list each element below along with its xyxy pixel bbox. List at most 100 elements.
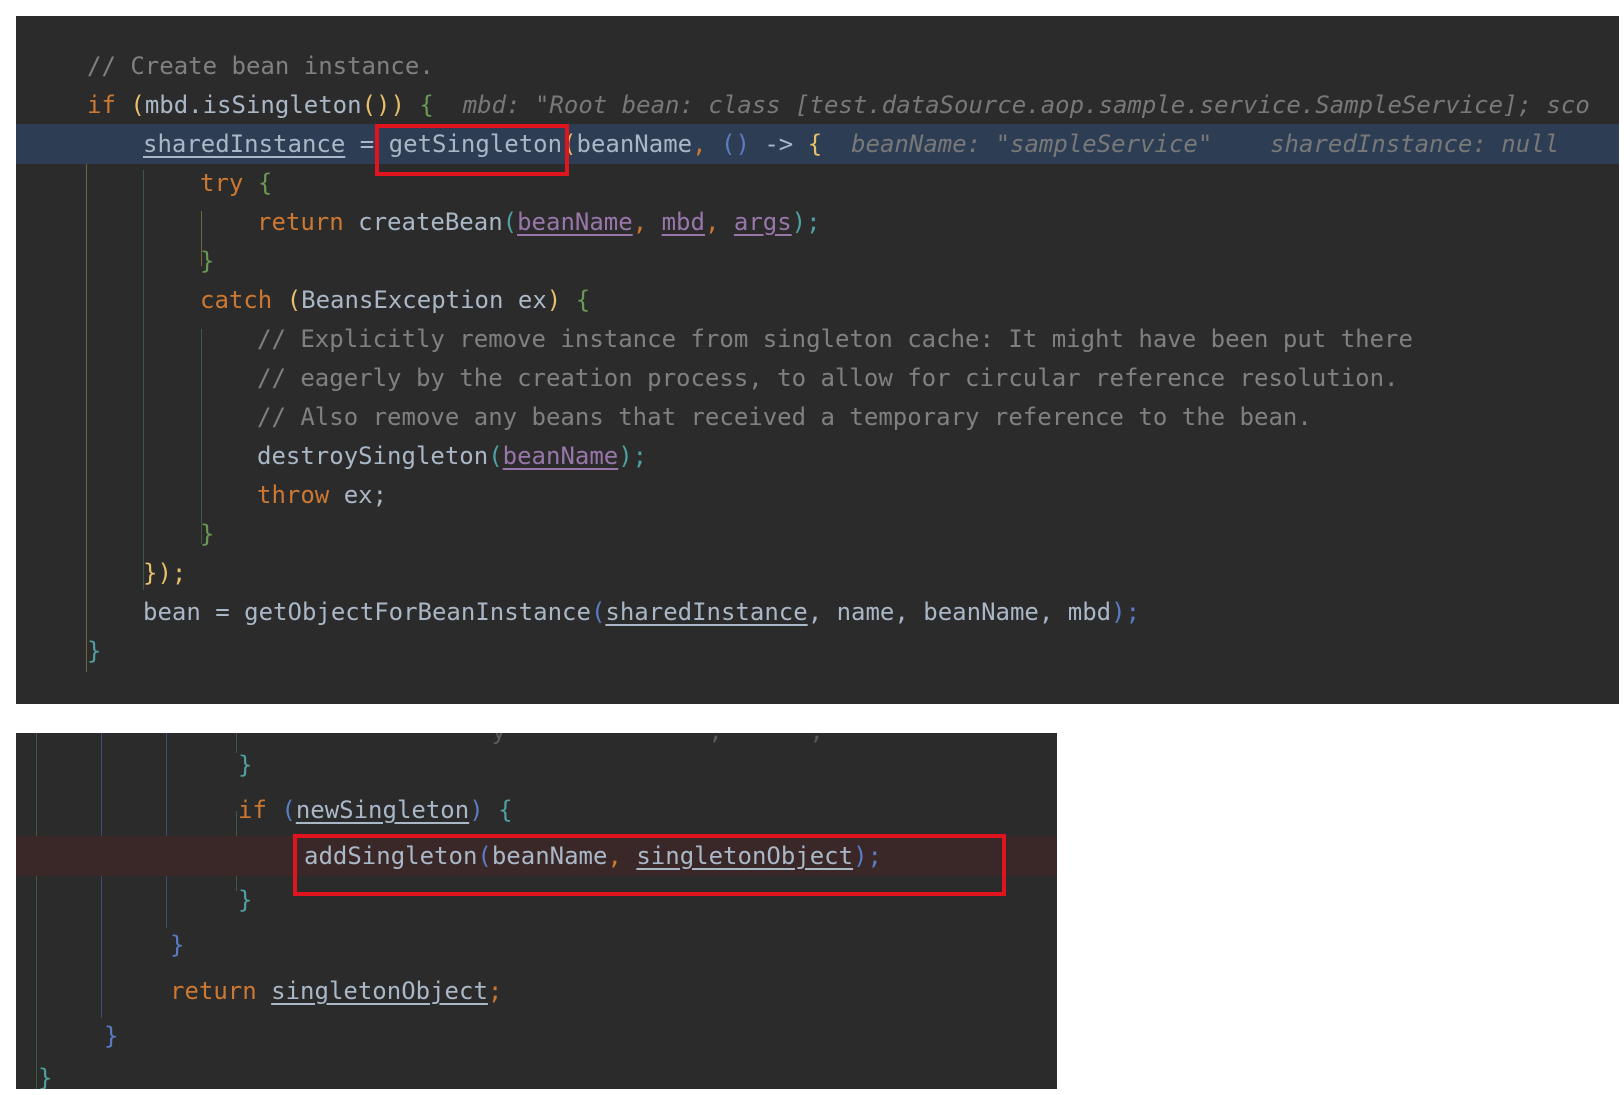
shared-instance-assignment: sharedInstance = getSingleton(beanName, … — [143, 124, 1559, 164]
code-line: } — [16, 1016, 1057, 1056]
return-statement: return singletonObject; — [170, 971, 502, 1011]
code-line: } — [16, 514, 1619, 554]
code-line: } — [16, 925, 1057, 965]
bean-assignment: bean = getObjectForBeanInstance(sharedIn… — [143, 592, 1140, 632]
destroy-singleton-call: destroySingleton(beanName); — [257, 436, 647, 476]
comment-line: // eagerly by the creation process, to a… — [257, 364, 1399, 392]
try-statement: try { — [200, 163, 272, 203]
code-line: destroySingleton(beanName); — [16, 436, 1619, 476]
shared-instance-variable: sharedInstance — [605, 598, 808, 626]
create-bean-method: createBean — [358, 208, 503, 236]
paren-semicolon: ); — [853, 842, 882, 870]
paren-semicolon: ); — [791, 208, 821, 236]
paren: ( — [562, 130, 577, 158]
current-execution-line: sharedInstance = getSingleton(beanName, … — [16, 124, 1619, 164]
return-keyword: return — [257, 208, 344, 236]
if-statement: if (newSingleton) { — [238, 790, 513, 830]
call-parens: () — [361, 91, 391, 119]
new-singleton-variable: newSingleton — [295, 796, 470, 824]
comma: , — [692, 130, 707, 158]
catch-keyword: catch — [200, 286, 273, 314]
catch-statement: catch (BeansException ex) { — [200, 280, 590, 320]
arguments: , name, beanName, mbd — [807, 598, 1112, 626]
if-keyword: if — [238, 796, 267, 824]
code-editor-top[interactable]: // Create bean instance. if (mbd.isSingl… — [16, 16, 1619, 704]
code-line: // Explicitly remove instance from singl… — [16, 319, 1619, 359]
code-line: } — [16, 241, 1619, 281]
paren-semicolon: ); — [618, 442, 648, 470]
comment-create-bean: // Create bean instance. — [87, 52, 434, 80]
brace: { — [575, 286, 591, 314]
shared-instance-variable: sharedInstance — [143, 130, 346, 158]
paren: ( — [130, 91, 145, 119]
throw-expression: ex; — [343, 481, 388, 509]
code-line: return createBean(beanName, mbd, args); — [16, 202, 1619, 242]
paren: ) — [469, 796, 484, 824]
closing-brace: } — [200, 520, 215, 548]
destroy-singleton-method: destroySingleton — [257, 442, 489, 470]
code-line: // eagerly by the creation process, to a… — [16, 358, 1619, 398]
add-singleton-method[interactable]: addSingleton — [304, 842, 477, 870]
closing-brace: } — [200, 247, 215, 275]
code-line: throw ex; — [16, 475, 1619, 515]
paren-semicolon: ); — [1111, 598, 1141, 626]
code-line: return singletonObject; — [16, 971, 1057, 1011]
code-line: } — [16, 1058, 1057, 1089]
debug-hint-mbd: mbd: "Root bean: class [test.dataSource.… — [462, 91, 1590, 119]
closing-brace: } — [170, 931, 185, 959]
code-line: } — [16, 880, 1057, 920]
closing-brace: } — [38, 1064, 53, 1089]
breakpoint-line: addSingleton(beanName, singletonObject); — [16, 836, 1057, 876]
closing-brace: } — [87, 637, 102, 665]
code-line: bean = getObjectForBeanInstance(sharedIn… — [16, 592, 1619, 632]
code-editor-bottom[interactable]: y , ; } if (newSingleton) { addSingleton… — [16, 733, 1057, 1089]
semicolon: ; — [487, 977, 503, 1005]
code-line: }); — [16, 553, 1619, 593]
brace: { — [807, 130, 823, 158]
brace: { — [419, 91, 434, 119]
code-line: // Also remove any beans that received a… — [16, 397, 1619, 437]
code-line: } — [16, 745, 1057, 785]
get-singleton-method[interactable]: getSingleton — [389, 130, 562, 158]
paren: ) — [390, 91, 405, 119]
code-line: // Create bean instance. — [16, 46, 1619, 86]
mbd-field: mbd — [661, 208, 705, 236]
paren-semicolon: ); — [157, 559, 187, 587]
brace: { — [257, 169, 273, 197]
closing-brace: } — [238, 751, 253, 779]
bean-name-field: beanName — [517, 208, 633, 236]
singleton-object-variable: singletonObject — [271, 977, 488, 1005]
code-line: try { — [16, 163, 1619, 203]
throw-statement: throw ex; — [257, 475, 387, 515]
closing-brace: } — [104, 1022, 119, 1050]
paren: ( — [488, 442, 503, 470]
paren: ( — [590, 598, 606, 626]
lambda-close: }); — [143, 553, 186, 593]
args-field: args — [733, 208, 792, 236]
comment-line: // Explicitly remove instance from singl… — [257, 325, 1413, 353]
debug-hint-bean-name: beanName: "sampleService" — [851, 130, 1213, 158]
return-keyword: return — [170, 977, 257, 1005]
if-statement: if (mbd.isSingleton()) { mbd: "Root bean… — [87, 85, 1590, 125]
comma: , — [607, 842, 622, 870]
lambda-parens: () — [721, 130, 750, 158]
throw-keyword: throw — [257, 481, 330, 509]
assign-operator: = — [359, 130, 375, 158]
closing-brace: } — [143, 559, 158, 587]
try-keyword: try — [200, 169, 244, 197]
paren: ( — [286, 286, 302, 314]
return-create-bean: return createBean(beanName, mbd, args); — [257, 208, 821, 236]
lambda-arrow: -> — [764, 130, 794, 158]
debug-hint-shared-instance: sharedInstance: null — [1270, 130, 1560, 158]
code-line: if (mbd.isSingleton()) { mbd: "Root bean… — [16, 85, 1619, 125]
brace: { — [498, 796, 513, 824]
code-line: if (newSingleton) { — [16, 790, 1057, 830]
exception-declaration: BeansException ex — [301, 286, 547, 314]
closing-brace: } — [238, 886, 253, 914]
bean-name-field: beanName — [502, 442, 619, 470]
condition: mbd.isSingleton — [144, 91, 362, 119]
paren: ( — [502, 208, 518, 236]
bean-name-argument: beanName — [576, 130, 693, 158]
code-line: catch (BeansException ex) { — [16, 280, 1619, 320]
if-keyword: if — [87, 91, 116, 119]
